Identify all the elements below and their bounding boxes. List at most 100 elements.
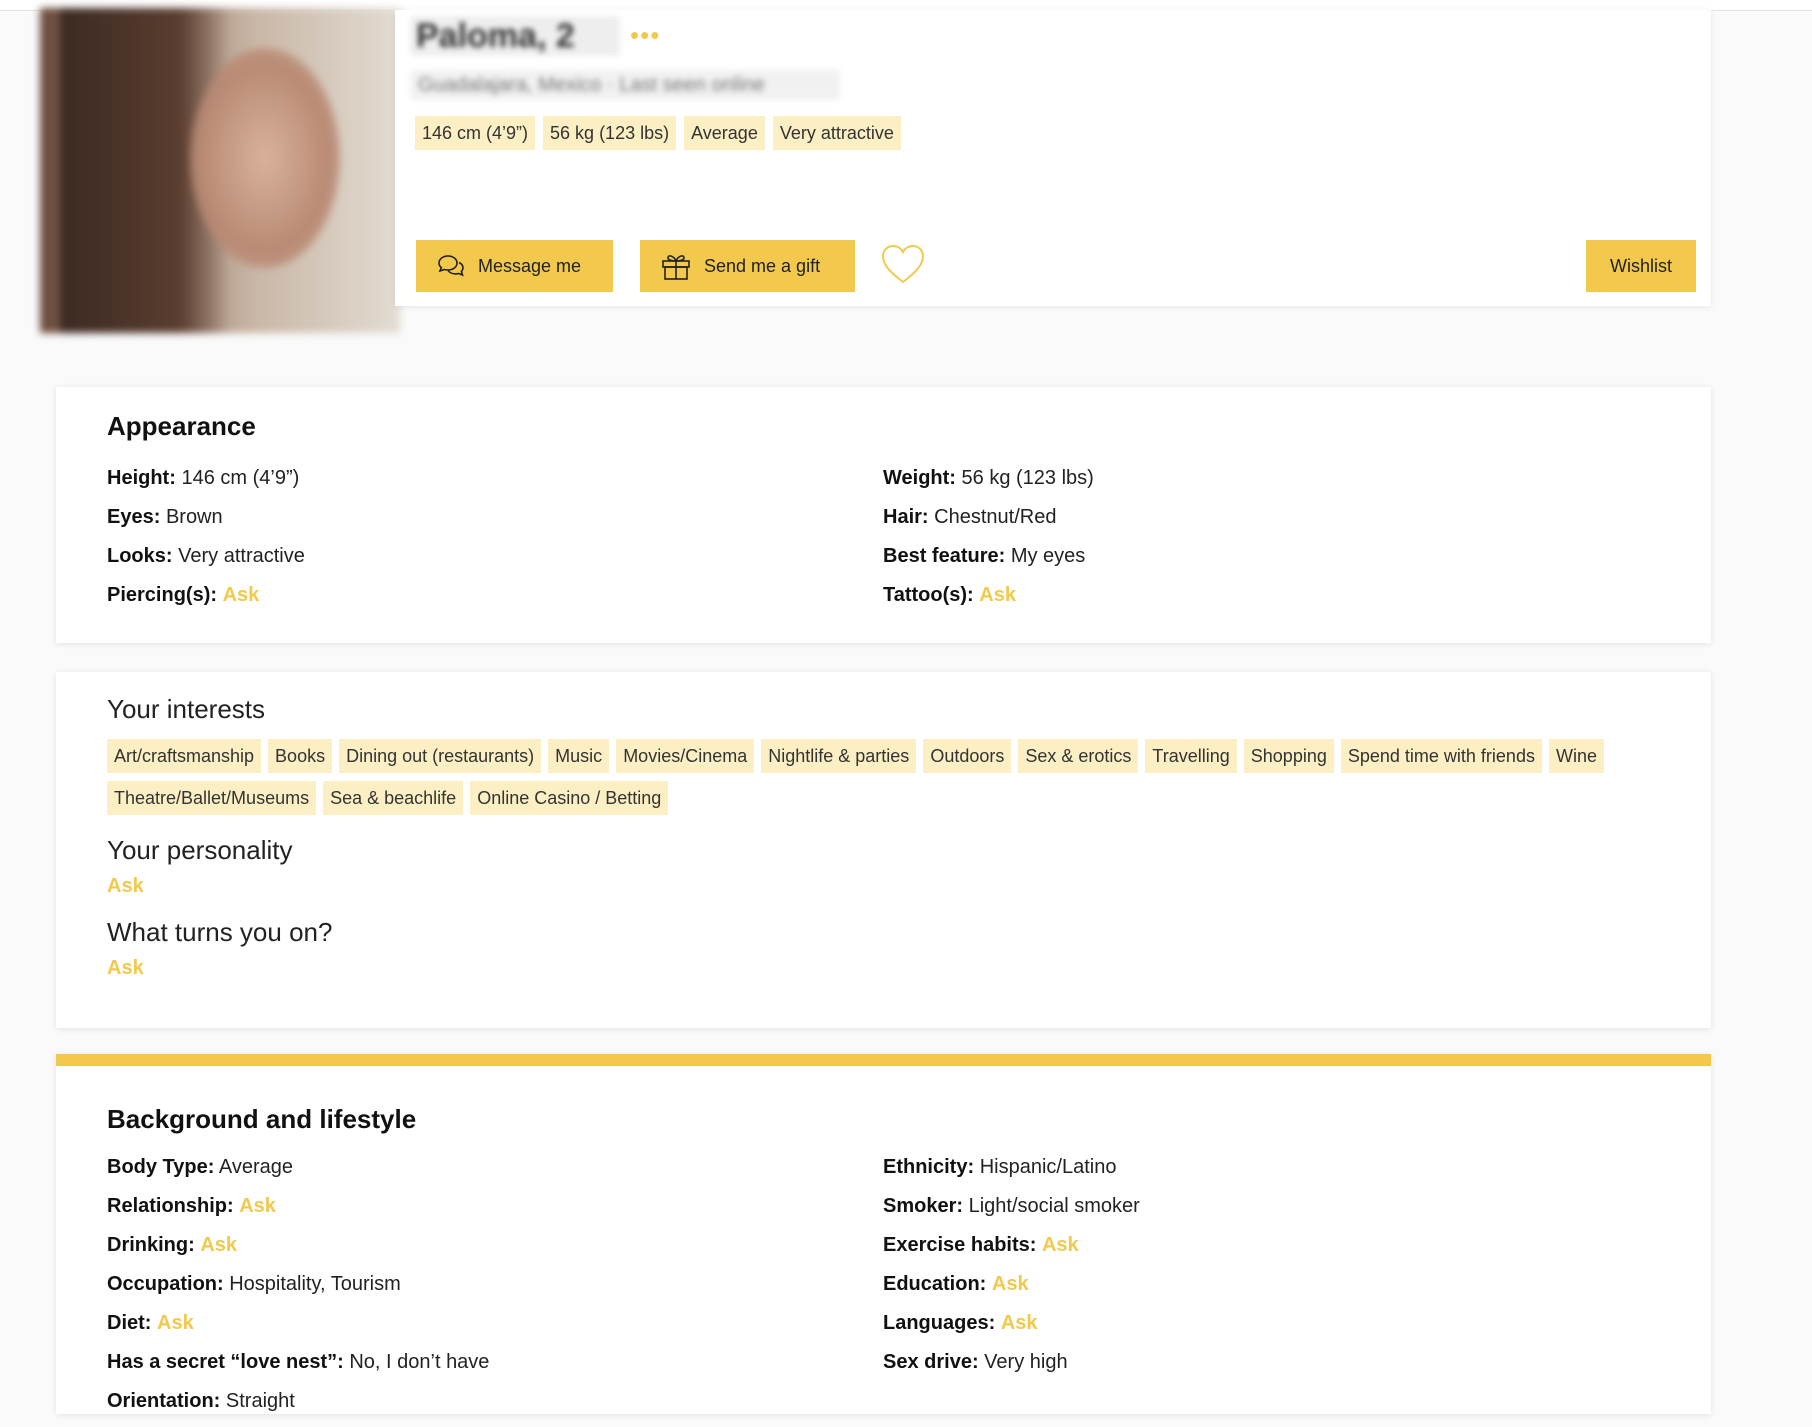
detail-value: My eyes [1010, 545, 1086, 567]
interest-tag: Travelling [1145, 739, 1237, 773]
send-gift-label: Send me a gift [704, 255, 821, 276]
detail-row-sex-drive: Sex drive: Very high [883, 1349, 1583, 1388]
detail-label: Occupation: [107, 1273, 224, 1295]
ask-link[interactable]: Ask [157, 1312, 194, 1334]
favorite-heart-icon[interactable] [880, 242, 926, 288]
profile-name: Paloma, 2 [410, 16, 620, 56]
ask-link[interactable]: Ask [979, 584, 1016, 606]
detail-value: No, I don’t have [349, 1351, 490, 1373]
wishlist-button[interactable]: Wishlist [1586, 240, 1696, 292]
detail-label: Tattoo(s): [883, 584, 974, 606]
background-details: Body Type: Average Ethnicity: Hispanic/La… [107, 1154, 1583, 1427]
appearance-title: Appearance [107, 411, 256, 441]
ask-link[interactable]: Ask [1001, 1312, 1038, 1334]
ask-link[interactable]: Ask [1042, 1234, 1079, 1256]
detail-row-ethnicity: Ethnicity: Hispanic/Latino [883, 1154, 1583, 1193]
detail-label: Eyes: [107, 506, 161, 528]
wishlist-label: Wishlist [1610, 255, 1672, 276]
ask-link[interactable]: Ask [992, 1273, 1029, 1295]
appearance-details: Height: 146 cm (4’9”) Weight: 56 kg (123 … [107, 465, 1583, 621]
more-options-icon[interactable]: ••• [630, 20, 660, 51]
detail-value: Hispanic/Latino [979, 1156, 1117, 1178]
detail-label: Ethnicity: [883, 1156, 975, 1178]
send-gift-button[interactable]: Send me a gift [640, 240, 855, 292]
personality-title: Your personality [107, 835, 293, 865]
detail-value: Straight [225, 1390, 295, 1412]
ask-link[interactable]: Ask [223, 584, 260, 606]
detail-label: Best feature: [883, 545, 1006, 567]
detail-label: Languages: [883, 1312, 996, 1334]
detail-label: Education: [883, 1273, 987, 1295]
chip-height: 146 cm (4’9”) [415, 116, 536, 150]
interest-tag: Art/craftsmanship [107, 739, 262, 773]
interest-tag: Sex & erotics [1018, 739, 1139, 773]
detail-value: Light/social smoker [968, 1195, 1140, 1217]
detail-value: 56 kg (123 lbs) [961, 467, 1094, 489]
detail-label: Drinking: [107, 1234, 195, 1256]
detail-row-piercing-s: Piercing(s): Ask [107, 582, 883, 621]
interest-tag: Shopping [1243, 739, 1334, 773]
detail-row-occupation: Occupation: Hospitality, Tourism [107, 1271, 883, 1310]
detail-label: Height: [107, 467, 176, 489]
appearance-card: Appearance Height: 146 cm (4’9”) Weight: … [56, 387, 1711, 643]
interest-tag: Theatre/Ballet/Museums [107, 781, 317, 815]
turnon-ask-link[interactable]: Ask [107, 957, 144, 980]
detail-row-diet: Diet: Ask [107, 1310, 883, 1349]
detail-row-body-type: Body Type: Average [107, 1154, 883, 1193]
interest-tag: Sea & beachlife [323, 781, 464, 815]
interest-tag: Music [548, 739, 610, 773]
profile-subtitle: Guadalajara, Mexico · Last seen online [410, 70, 840, 100]
detail-value: Very high [984, 1351, 1068, 1373]
detail-row-exercise-habits: Exercise habits: Ask [883, 1232, 1583, 1271]
detail-row-orientation: Orientation: Straight [107, 1388, 883, 1427]
chip-body-type: Average [684, 116, 765, 150]
detail-label: Diet: [107, 1312, 152, 1334]
detail-row-education: Education: Ask [883, 1271, 1583, 1310]
chip-weight: 56 kg (123 lbs) [543, 116, 677, 150]
detail-label: Body Type: [107, 1156, 215, 1178]
detail-value: Hospitality, Tourism [229, 1273, 401, 1295]
chip-looks: Very attractive [772, 116, 901, 150]
detail-value: Average [218, 1156, 294, 1178]
interest-tag: Outdoors [923, 739, 1012, 773]
detail-row-best-feature: Best feature: My eyes [883, 543, 1583, 582]
detail-row-hair: Hair: Chestnut/Red [883, 504, 1583, 543]
message-me-label: Message me [478, 255, 582, 276]
ask-link[interactable]: Ask [239, 1195, 276, 1217]
detail-value: Chestnut/Red [934, 506, 1057, 528]
detail-row-height: Height: 146 cm (4’9”) [107, 465, 883, 504]
interest-tag: Wine [1548, 739, 1604, 773]
profile-photo[interactable] [40, 8, 400, 333]
detail-label: Relationship: [107, 1195, 234, 1217]
interest-tag: Online Casino / Betting [470, 781, 669, 815]
detail-row-smoker: Smoker: Light/social smoker [883, 1193, 1583, 1232]
detail-value: 146 cm (4’9”) [181, 467, 300, 489]
detail-label: Exercise habits: [883, 1234, 1037, 1256]
background-title: Background and lifestyle [107, 1104, 417, 1134]
detail-row-relationship: Relationship: Ask [107, 1193, 883, 1232]
detail-label: Orientation: [107, 1390, 221, 1412]
background-card: Background and lifestyle Body Type: Aver… [56, 1054, 1711, 1414]
detail-label: Weight: [883, 467, 956, 489]
interest-tag: Books [268, 739, 333, 773]
detail-value: Brown [165, 506, 223, 528]
gift-icon [662, 255, 690, 280]
interests-title: Your interests [107, 694, 266, 724]
detail-label: Hair: [883, 506, 929, 528]
profile-chips: 146 cm (4’9”) 56 kg (123 lbs) Average Ve… [415, 116, 901, 150]
detail-row-has-a-secret-love-nest: Has a secret “love nest”: No, I don’t ha… [107, 1349, 883, 1388]
interest-tag: Dining out (restaurants) [339, 739, 542, 773]
detail-value: Very attractive [178, 545, 305, 567]
turnon-title: What turns you on? [107, 917, 333, 947]
detail-row-languages: Languages: Ask [883, 1310, 1583, 1349]
detail-label: Has a secret “love nest”: [107, 1351, 344, 1373]
interest-tag: Spend time with friends [1340, 739, 1542, 773]
detail-label: Sex drive: [883, 1351, 979, 1373]
detail-row-looks: Looks: Very attractive [107, 543, 883, 582]
ask-link[interactable]: Ask [200, 1234, 237, 1256]
detail-row-drinking: Drinking: Ask [107, 1232, 883, 1271]
detail-row-eyes: Eyes: Brown [107, 504, 883, 543]
interests-card: Your interests Art/craftsmanship Books Din… [56, 672, 1711, 1028]
personality-ask-link[interactable]: Ask [107, 875, 144, 898]
message-me-button[interactable]: Message me [416, 240, 613, 292]
